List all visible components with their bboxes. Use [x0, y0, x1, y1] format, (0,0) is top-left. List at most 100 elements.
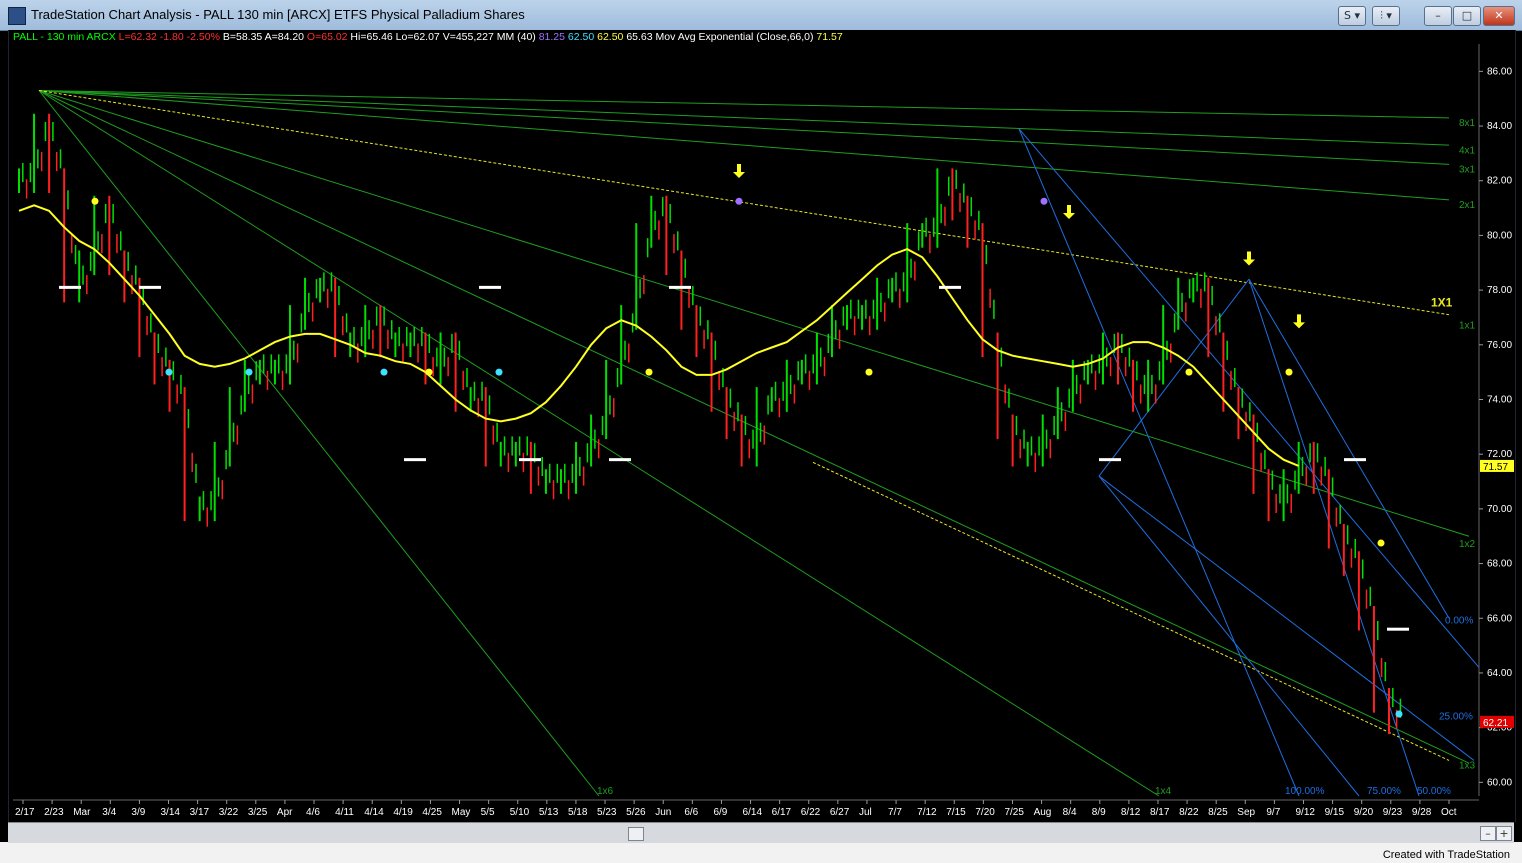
price-tick-label: 84.00: [1487, 121, 1512, 132]
level-marker-dot: [380, 368, 388, 376]
price-tick-label: 64.00: [1487, 668, 1512, 679]
zoom-in-button[interactable]: +: [1496, 826, 1512, 841]
date-tick-label: 6/9: [713, 807, 727, 818]
price-chart[interactable]: 8x1 4x1 3x1 2x1 1X1 1x1 1x2 1x3 1x4 1x6 0.00% 25.00…: [9, 30, 1515, 822]
level-marker-dash: [139, 285, 161, 289]
zoom-out-button[interactable]: –: [1480, 826, 1496, 841]
price-tick-label: 78.00: [1487, 285, 1512, 296]
date-tick-label: 2/17: [15, 807, 35, 818]
header-part: 62.50: [594, 31, 623, 43]
level-marker-dot: [735, 197, 743, 205]
trendline-lower: [812, 461, 1450, 761]
chart-area[interactable]: 8x1 4x1 3x1 2x1 1X1 1x1 1x2 1x3 1x4 1x6 0.00% 25.00…: [8, 30, 1516, 822]
fib-level-label: 100.00%: [1285, 786, 1325, 797]
price-tag-label: 71.57: [1483, 462, 1508, 473]
date-tick-label: 3/17: [190, 807, 210, 818]
level-marker-dot: [165, 368, 173, 376]
header-part: 71.57: [814, 31, 843, 43]
pitchfork-line: [1098, 475, 1360, 797]
level-marker-dot: [495, 368, 503, 376]
date-tick-label: 9/15: [1325, 807, 1345, 818]
date-tick-label: 4/25: [422, 807, 442, 818]
date-tick-label: 5/18: [568, 807, 588, 818]
level-marker-dot: [1040, 197, 1048, 205]
date-tick-label: 3/4: [102, 807, 116, 818]
header-part: B=58.35: [220, 31, 262, 43]
date-tick-label: 8/4: [1063, 807, 1077, 818]
date-tick-label: 7/7: [888, 807, 902, 818]
level-marker-dot: [1185, 368, 1193, 376]
date-tick-label: 5/13: [539, 807, 559, 818]
price-tick-label: 60.00: [1487, 777, 1512, 788]
tools-menu-button[interactable]: ⫶ ▾: [1372, 6, 1400, 26]
header-part: Lo=62.07: [393, 31, 440, 43]
header-part: PALL - 130 min ARCX: [13, 31, 116, 43]
down-arrow-icon: [1243, 251, 1255, 266]
gann-label: 1X1: [1431, 296, 1453, 310]
price-tick-label: 72.00: [1487, 449, 1512, 460]
gann-fan-line: [38, 89, 1450, 119]
gann-fan-line: [38, 89, 1450, 201]
date-tick-label: 2/23: [44, 807, 64, 818]
date-tick-label: 6/17: [772, 807, 792, 818]
price-tag-label: 62.21: [1483, 718, 1508, 729]
tradestation-app-icon: [8, 7, 26, 25]
header-part: 62.50: [565, 31, 594, 43]
level-marker-dash: [939, 285, 961, 289]
horizontal-scrollbar[interactable]: – +: [8, 822, 1514, 843]
level-marker-dash: [669, 285, 691, 289]
gann-label: 4x1: [1459, 145, 1476, 156]
price-tick-label: 82.00: [1487, 176, 1512, 187]
date-tick-label: 4/11: [335, 807, 354, 818]
header-part: -1.80: [157, 31, 184, 43]
scroll-thumb[interactable]: [628, 827, 644, 841]
date-tick-label: 7/20: [975, 807, 995, 818]
level-marker-dot: [1395, 710, 1403, 718]
date-tick-label: Jun: [655, 807, 671, 818]
price-tick-label: 86.00: [1487, 66, 1512, 77]
fib-level-label: 25.00%: [1439, 711, 1473, 722]
date-tick-label: 4/14: [364, 807, 384, 818]
date-tick-label: 9/12: [1295, 807, 1315, 818]
header-part: -2.50%: [184, 31, 220, 43]
price-tick-label: 66.00: [1487, 613, 1512, 624]
date-tick-label: Aug: [1034, 807, 1052, 818]
date-tick-label: 8/25: [1208, 807, 1228, 818]
pitchfork-line: [1018, 128, 1480, 668]
price-tick-label: 70.00: [1487, 504, 1512, 515]
level-marker-dash: [1099, 458, 1121, 462]
date-tick-label: 5/10: [510, 807, 530, 818]
level-marker-dash: [1387, 627, 1409, 631]
level-marker-dash: [404, 458, 426, 462]
window-titlebar: TradeStation Chart Analysis - PALL 130 m…: [0, 0, 1522, 31]
header-part: A=84.20: [262, 31, 304, 43]
date-tick-label: 6/27: [830, 807, 850, 818]
pitchfork-line: [1098, 475, 1475, 761]
gann-label: 1x2: [1459, 539, 1476, 550]
maximize-button[interactable]: □: [1453, 6, 1481, 26]
down-arrow-icon: [1063, 205, 1075, 220]
down-arrow-icon: [733, 163, 745, 178]
minimize-button[interactable]: –: [1424, 6, 1452, 26]
date-tick-label: 6/6: [684, 807, 698, 818]
date-tick-label: May: [452, 807, 471, 818]
gann-label: 1x6: [597, 786, 614, 797]
date-tick-label: 3/25: [248, 807, 268, 818]
symbol-menu-button[interactable]: S ▾: [1338, 6, 1366, 26]
date-tick-label: 4/19: [393, 807, 413, 818]
date-tick-label: 5/5: [481, 807, 495, 818]
gann-label: 1x3: [1459, 761, 1476, 772]
date-tick-label: 3/22: [219, 807, 239, 818]
date-tick-label: 8/12: [1121, 807, 1141, 818]
gann-label: 2x1: [1459, 200, 1476, 211]
close-button[interactable]: ✕: [1483, 6, 1515, 26]
indicator-header: PALL - 130 min ARCX L=62.32 -1.80 -2.50%…: [13, 31, 843, 43]
date-tick-label: 9/23: [1383, 807, 1403, 818]
fib-level-label: 75.00%: [1367, 786, 1401, 797]
ema-66-line: [18, 204, 1300, 467]
date-tick-label: 3/9: [131, 807, 145, 818]
header-part: O=65.02: [304, 31, 348, 43]
date-tick-label: 5/26: [626, 807, 646, 818]
fib-level-label: 50.00%: [1417, 786, 1451, 797]
date-tick-label: 7/15: [946, 807, 966, 818]
